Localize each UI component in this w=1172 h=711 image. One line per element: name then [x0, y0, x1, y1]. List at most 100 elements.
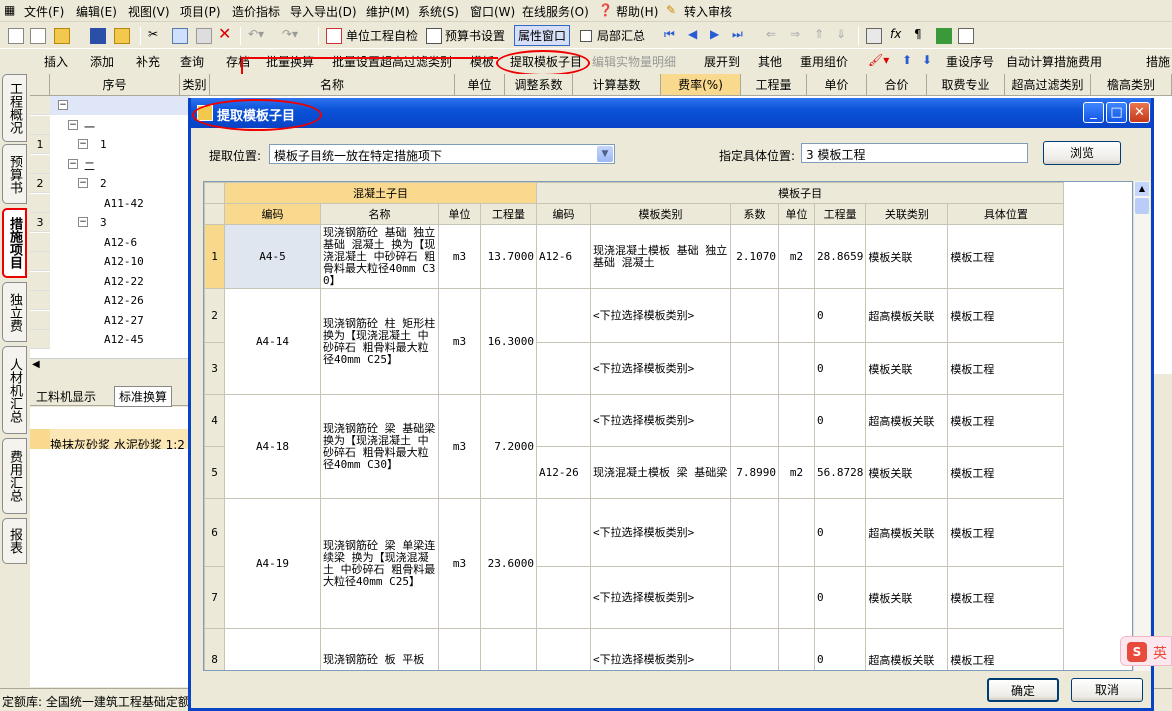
- template-button[interactable]: 模板: [470, 53, 494, 70]
- delete-icon[interactable]: ✕: [218, 24, 231, 43]
- menu-view[interactable]: 视图(V): [128, 3, 170, 20]
- menu-online[interactable]: 在线服务(O): [522, 3, 589, 20]
- save-icon[interactable]: [90, 28, 106, 44]
- relation-type[interactable]: 超高模板关联: [865, 394, 949, 447]
- bg-tree-row[interactable]: 2 − 2: [30, 174, 190, 193]
- scroll-up-icon[interactable]: ▲: [1135, 182, 1149, 196]
- menu-help[interactable]: 帮助(H): [616, 3, 658, 20]
- calculator-icon[interactable]: [866, 28, 882, 44]
- template-row[interactable]: 6 A4-19 现浇钢筋砼 梁 单梁连续梁 换为【现浇混凝土 中砂碎石 粗骨料最大粒…: [204, 498, 1065, 629]
- relation-type[interactable]: 模板关联: [865, 342, 949, 395]
- tab-material-display[interactable]: 工料机显示: [36, 388, 96, 405]
- measure-tab-label[interactable]: 措施: [1146, 53, 1170, 70]
- new-doc-icon[interactable]: [30, 28, 46, 44]
- nav-up-icon[interactable]: ⇑: [814, 27, 824, 41]
- menu-import-export[interactable]: 导入导出(D): [290, 3, 357, 20]
- collapse-toggle-icon[interactable]: −: [68, 158, 78, 169]
- collapse-toggle-icon[interactable]: −: [58, 100, 68, 110]
- minimize-icon[interactable]: _: [1083, 102, 1104, 123]
- template-row[interactable]: 1 A4-5 现浇钢筋砼 基础 独立基础 混凝土 换为【现浇混凝土 中砂碎石 粗骨料…: [204, 224, 1065, 289]
- menu-window[interactable]: 窗口(W): [470, 3, 515, 20]
- unit-check-button[interactable]: 单位工程自检: [346, 27, 418, 44]
- new-icon[interactable]: [8, 28, 24, 44]
- convert-row[interactable]: 换抹灰砂浆 水泥砂浆 1:2: [30, 429, 190, 449]
- paint-icon[interactable]: 🖌▾: [868, 53, 889, 67]
- collapse-toggle-icon[interactable]: −: [78, 178, 88, 188]
- menu-cost-index[interactable]: 造价指标: [232, 3, 280, 20]
- template-row[interactable]: 8 现浇钢筋砼 板 平板 <下拉选择模板类别> 0 超高模板关联 模板工程: [204, 628, 1065, 670]
- ok-button[interactable]: 确定: [987, 678, 1059, 702]
- tab-project-overview[interactable]: 工程概况: [2, 74, 27, 142]
- cut-icon[interactable]: ✂: [148, 27, 158, 41]
- menu-system[interactable]: 系统(S): [418, 3, 459, 20]
- bg-tree-row[interactable]: A12-10: [30, 252, 190, 271]
- formwork-type[interactable]: <下拉选择模板类别>: [590, 628, 731, 670]
- dialog-titlebar[interactable]: 提取模板子目 _ □ ✕: [191, 98, 1151, 128]
- nav-prev-icon[interactable]: ◀: [688, 27, 697, 41]
- copy-icon[interactable]: [172, 28, 188, 44]
- concrete-code[interactable]: [224, 628, 321, 670]
- property-window-button[interactable]: 属性窗口: [514, 25, 571, 46]
- relation-type[interactable]: 超高模板关联: [865, 628, 949, 670]
- batch-convert-button[interactable]: 批量换算: [266, 53, 314, 70]
- formwork-type[interactable]: 现浇混凝土模板 梁 基础梁: [590, 446, 731, 499]
- collapse-toggle-icon[interactable]: −: [78, 217, 88, 227]
- close-icon[interactable]: ✕: [1129, 102, 1150, 123]
- auto-calc-measure-button[interactable]: 自动计算措施费用: [1006, 53, 1102, 70]
- paragraph-icon[interactable]: ¶: [914, 27, 922, 41]
- relation-type[interactable]: 模板关联: [865, 446, 949, 499]
- tab-report[interactable]: 报表: [2, 518, 27, 564]
- concrete-code[interactable]: A4-18: [224, 394, 321, 499]
- open-folder-icon[interactable]: [54, 28, 70, 44]
- tab-measure-items[interactable]: 措施项目: [2, 208, 27, 278]
- other-button[interactable]: 其他: [758, 53, 782, 70]
- move-up-icon[interactable]: ⬆: [902, 53, 912, 67]
- concrete-code[interactable]: A4-5: [224, 224, 321, 289]
- list-icon[interactable]: [958, 28, 974, 44]
- grid-vscrollbar[interactable]: ▲: [1133, 181, 1150, 671]
- tab-budget-book[interactable]: 预算书: [2, 144, 27, 204]
- bg-tree-row[interactable]: A11-42: [30, 193, 190, 213]
- specific-position-input[interactable]: 3 模板工程: [801, 143, 1028, 163]
- fetch-position-select[interactable]: 模板子目统一放在特定措施项下 ▼: [269, 144, 615, 164]
- expand-to-button[interactable]: 展开到: [704, 53, 740, 70]
- nav-first-icon[interactable]: ⏮: [664, 27, 675, 42]
- reset-number-button[interactable]: 重设序号: [946, 53, 994, 70]
- scroll-thumb[interactable]: [1135, 198, 1149, 214]
- formwork-type[interactable]: <下拉选择模板类别>: [590, 566, 731, 629]
- collapse-toggle-icon[interactable]: −: [68, 119, 78, 130]
- nav-down-icon[interactable]: ⇓: [836, 27, 846, 41]
- redo-icon[interactable]: ↷▾: [282, 27, 298, 41]
- ime-indicator[interactable]: S 英: [1120, 636, 1172, 666]
- nav-next-icon[interactable]: ▶: [710, 27, 719, 41]
- menu-maintain[interactable]: 维护(M): [366, 3, 410, 20]
- formwork-type[interactable]: <下拉选择模板类别>: [590, 498, 731, 567]
- bg-tree-row[interactable]: A12-45: [30, 330, 190, 349]
- browse-button[interactable]: 浏览: [1043, 141, 1121, 165]
- bg-hscrollbar[interactable]: ◀: [30, 358, 188, 374]
- relation-type[interactable]: 模板关联: [865, 224, 949, 289]
- concrete-code[interactable]: A4-14: [224, 288, 321, 395]
- cancel-button[interactable]: 取消: [1071, 678, 1143, 702]
- template-row[interactable]: 2 A4-14 现浇钢筋砼 柱 矩形柱 换为【现浇混凝土 中砂碎石 粗骨料最大粒径4…: [204, 288, 1065, 395]
- bg-tree-row[interactable]: − 二: [30, 154, 190, 174]
- bg-tree-row[interactable]: 3 − 3: [30, 213, 190, 232]
- nav-right-icon[interactable]: ⇒: [790, 27, 800, 41]
- relation-type[interactable]: 超高模板关联: [865, 498, 949, 567]
- template-row[interactable]: 4 A4-18 现浇钢筋砼 梁 基础梁 换为【现浇混凝土 中砂碎石 粗骨料最大粒径4…: [204, 394, 1065, 499]
- formwork-type[interactable]: <下拉选择模板类别>: [590, 288, 731, 343]
- relation-type[interactable]: 超高模板关联: [865, 288, 949, 343]
- add-button[interactable]: 添加: [90, 53, 114, 70]
- bg-tree-row[interactable]: 1 − 1: [30, 135, 190, 154]
- relation-type[interactable]: 模板关联: [865, 566, 949, 629]
- menu-edit[interactable]: 编辑(E): [76, 3, 117, 20]
- cube-icon[interactable]: [936, 28, 952, 44]
- menu-project[interactable]: 项目(P): [180, 3, 221, 20]
- nav-last-icon[interactable]: ⏭: [732, 27, 743, 42]
- move-down-icon[interactable]: ⬇: [922, 53, 932, 67]
- reuse-pricing-button[interactable]: 重用组价: [800, 53, 848, 70]
- undo-icon[interactable]: ↶▾: [248, 27, 264, 41]
- menu-review[interactable]: 转入审核: [684, 3, 732, 20]
- formwork-type[interactable]: <下拉选择模板类别>: [590, 342, 731, 395]
- archive-button[interactable]: 存档: [226, 53, 250, 70]
